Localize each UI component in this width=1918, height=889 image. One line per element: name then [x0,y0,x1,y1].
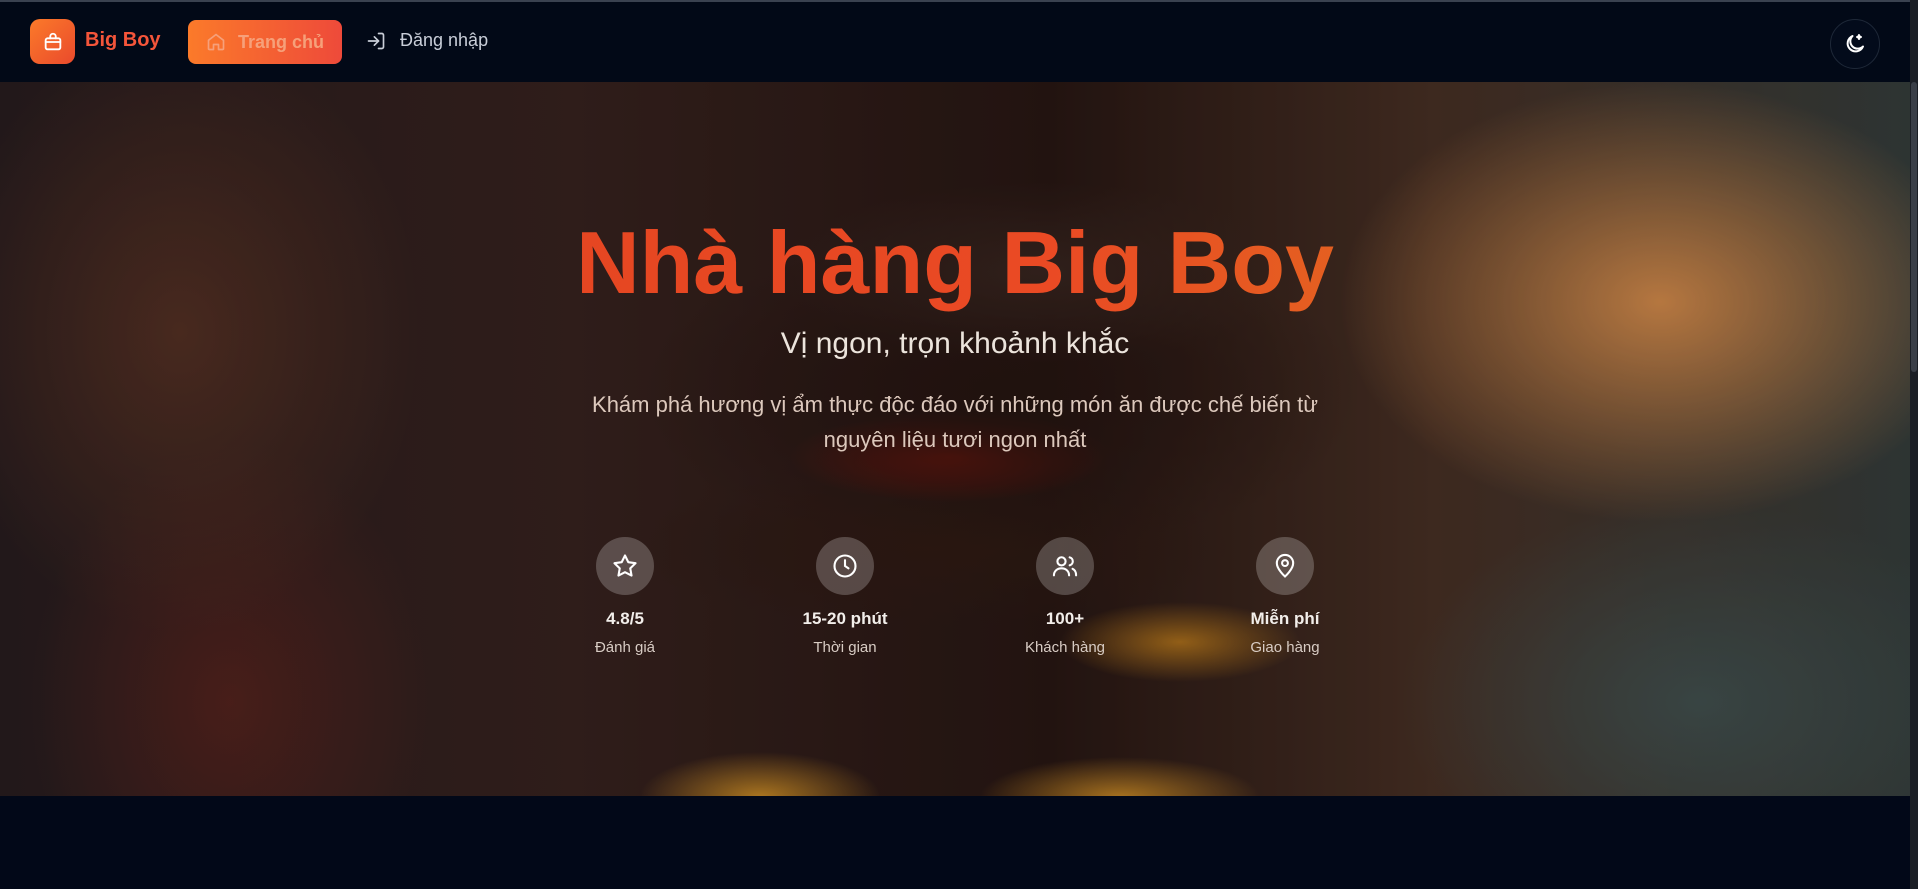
stat-value: 15-20 phút [802,609,888,628]
stat-icon-circle [816,537,874,595]
stat-label: Khách hàng [1024,639,1106,656]
hero-subtitle: Vị ngon, trọn khoảnh khắc [780,327,1130,360]
nav-home-label: Trang chủ [237,31,324,52]
stat-value: 100+ [1045,609,1085,628]
theme-toggle-button[interactable] [1830,19,1880,69]
hero-section: Nhà hàng Big Boy Vị ngon, trọn khoảnh kh… [0,82,1910,796]
map-pin-icon [1275,553,1295,578]
stat-rating: 4.8/5 Đánh giá [535,537,715,656]
stat-customers: 100+ Khách hàng [975,537,1155,656]
logo[interactable] [30,19,75,64]
users-icon [1052,556,1078,577]
stat-icon-circle [596,537,654,595]
stat-delivery: Miễn phí Giao hàng [1195,537,1375,656]
stat-value: 4.8/5 [606,609,644,628]
shopping-bag-icon [44,32,61,50]
stat-value: Miễn phí [1250,609,1320,628]
stat-label: Đánh giá [594,639,656,656]
stat-icon-circle [1256,537,1314,595]
stat-icon-circle [1036,537,1094,595]
stat-time: 15-20 phút Thời gian [755,537,935,656]
nav-login-label: Đăng nhập [400,30,489,50]
stat-label: Thời gian [813,639,877,656]
navbar: Big Boy Trang chủ Đăng nhập [0,2,1910,83]
nav-login-link[interactable]: Đăng nhập [366,30,488,51]
hero-description: Khám phá hương vị ẩm thực độc đáo với nh… [592,392,1318,452]
log-in-icon [367,32,385,49]
home-icon [207,33,225,51]
scrollbar-thumb[interactable] [1911,82,1917,372]
hero-title: Nhà hàng Big Boy [0,212,1910,314]
clock-icon [833,554,857,578]
stat-label: Giao hàng [1250,639,1320,656]
brand-name[interactable]: Big Boy [85,29,161,52]
nav-home-button[interactable]: Trang chủ [188,20,342,64]
star-icon [613,554,637,577]
moon-icon [1846,34,1864,53]
